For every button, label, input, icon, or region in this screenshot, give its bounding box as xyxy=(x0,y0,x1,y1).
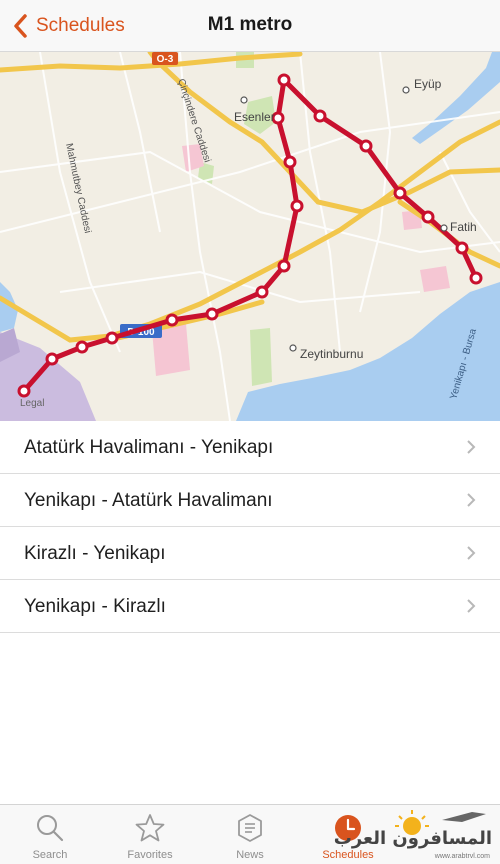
station-marker xyxy=(469,271,483,285)
tab-label: Favorites xyxy=(127,849,173,861)
watermark-text: المسافرون العرب xyxy=(333,828,492,849)
tab-label: News xyxy=(236,849,264,861)
station-marker xyxy=(105,331,119,345)
tab-label: Search xyxy=(32,849,68,861)
route-list: Atatürk Havalimanı - Yenikapı Yenikapı -… xyxy=(0,421,500,633)
place-dot-fatih xyxy=(440,224,448,232)
chevron-right-icon xyxy=(467,546,476,560)
place-label-zeytinburnu: Zeytinburnu xyxy=(300,347,364,361)
place-dot-esenler xyxy=(240,96,248,104)
place-label-eyup: Eyüp xyxy=(414,77,442,91)
page-title: M1 metro xyxy=(207,14,293,35)
route-label: Yenikapı - Kirazlı xyxy=(24,596,166,617)
news-icon xyxy=(238,814,262,842)
route-label: Yenikapı - Atatürk Havalimanı xyxy=(24,490,273,511)
chevron-right-icon xyxy=(467,440,476,454)
route-map[interactable]: O-3 D-100 Çinçindere Caddesi Mahmutbey C… xyxy=(0,52,500,421)
place-dot-eyup xyxy=(402,86,410,94)
navigation-bar: Schedules M1 metro xyxy=(0,0,500,52)
station-marker xyxy=(165,313,179,327)
station-marker xyxy=(205,307,219,321)
station-marker xyxy=(359,139,373,153)
place-label-esenler: Esenler xyxy=(234,110,275,124)
station-marker xyxy=(421,210,435,224)
route-label: Atatürk Havalimanı - Yenikapı xyxy=(24,437,274,458)
route-row-kirazli-yenikapi[interactable]: Kirazlı - Yenikapı xyxy=(0,527,500,580)
station-marker xyxy=(17,384,31,398)
route-row-yenikapi-kirazli[interactable]: Yenikapı - Kirazlı xyxy=(0,580,500,633)
station-marker xyxy=(455,241,469,255)
station-marker xyxy=(75,340,89,354)
tab-favorites[interactable]: Favorites xyxy=(100,805,200,864)
station-marker xyxy=(45,352,59,366)
route-row-ataturk-yenikapi[interactable]: Atatürk Havalimanı - Yenikapı xyxy=(0,421,500,474)
road-label-o3: O-3 xyxy=(157,54,174,65)
route-row-yenikapi-ataturk[interactable]: Yenikapı - Atatürk Havalimanı xyxy=(0,474,500,527)
station-marker xyxy=(277,73,291,87)
tab-search[interactable]: Search xyxy=(0,805,100,864)
station-marker xyxy=(290,199,304,213)
map-canvas: O-3 D-100 Çinçindere Caddesi Mahmutbey C… xyxy=(0,52,500,421)
station-marker xyxy=(283,155,297,169)
place-label-fatih: Fatih xyxy=(450,220,477,234)
tab-news[interactable]: News xyxy=(200,805,300,864)
search-icon xyxy=(37,815,64,842)
station-marker xyxy=(313,109,327,123)
station-marker xyxy=(277,259,291,273)
street-label-mahmutbey: Mahmutbey Caddesi xyxy=(63,142,93,234)
map-legal-link[interactable]: Legal xyxy=(20,398,44,409)
station-marker xyxy=(255,285,269,299)
chevron-right-icon xyxy=(467,599,476,613)
route-label: Kirazlı - Yenikapı xyxy=(24,543,166,564)
watermark-url: www.arabtrvl.com xyxy=(434,853,490,860)
star-icon xyxy=(135,814,165,842)
place-dot-zeytinburnu xyxy=(289,344,297,352)
chevron-right-icon xyxy=(467,493,476,507)
station-marker xyxy=(393,186,407,200)
